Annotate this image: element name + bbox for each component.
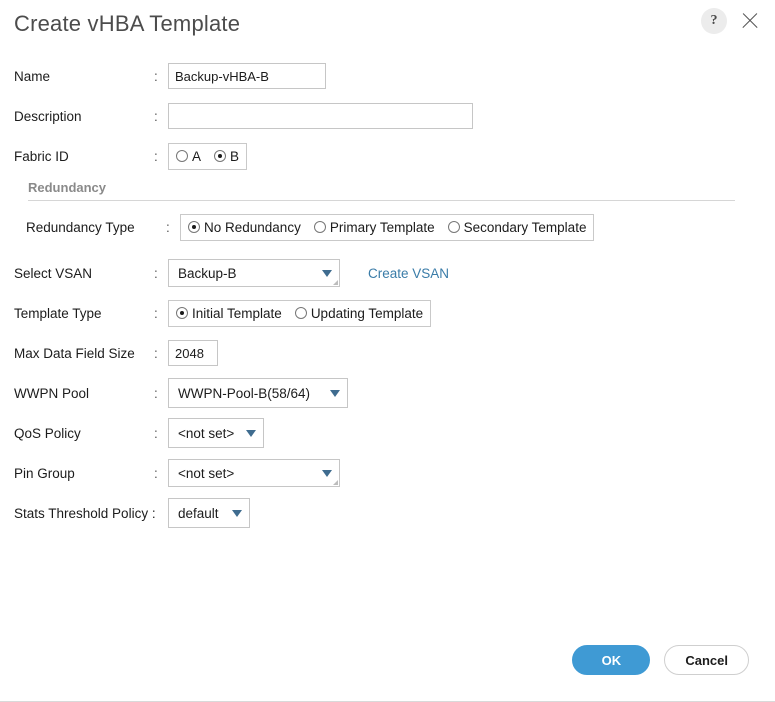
- chevron-down-icon: [246, 429, 256, 437]
- fabric-id-option-b-label: B: [230, 148, 240, 164]
- form-row-pin-group: Pin Group : <not set>: [14, 457, 761, 489]
- fabric-id-label: Fabric ID: [14, 148, 69, 164]
- redundancy-type-option-secondary-template-label: Secondary Template: [463, 219, 587, 235]
- stats-threshold-policy-field-wrap: default: [168, 498, 250, 528]
- redundancy-type-option-no-redundancy[interactable]: No Redundancy: [188, 220, 301, 235]
- radio-icon: [447, 221, 460, 233]
- wwpn-pool-separator: :: [154, 385, 158, 401]
- create-vhba-template-dialog: Create vHBA Template ? Name : Descriptio…: [0, 0, 775, 702]
- create-vsan-link[interactable]: Create VSAN: [368, 266, 449, 281]
- wwpn-pool-value: WWPN-Pool-B(58/64): [178, 385, 311, 401]
- name-separator: :: [154, 68, 158, 84]
- form-body: Name : Description : Fabric ID : A: [0, 48, 775, 529]
- description-input[interactable]: [168, 103, 473, 129]
- form-row-fabric-id: Fabric ID : A B: [14, 140, 761, 172]
- form-row-name: Name :: [14, 60, 761, 92]
- stats-threshold-policy-label: Stats Threshold Policy :: [14, 505, 156, 521]
- redundancy-type-label: Redundancy Type: [26, 219, 135, 235]
- close-icon[interactable]: [739, 10, 761, 32]
- radio-icon: [214, 150, 227, 162]
- form-row-max-data-field-size: Max Data Field Size :: [14, 337, 761, 369]
- redundancy-type-option-secondary-template[interactable]: Secondary Template: [447, 219, 587, 235]
- form-row-stats-threshold-policy: Stats Threshold Policy : default: [14, 497, 761, 529]
- form-row-description: Description :: [14, 100, 761, 132]
- fabric-id-option-a-label: A: [192, 148, 202, 164]
- dialog-footer: OK Cancel: [0, 645, 775, 675]
- name-field-wrap: [168, 63, 326, 89]
- template-type-option-initial-label: Initial Template: [192, 305, 282, 321]
- stats-threshold-policy-dropdown[interactable]: default: [168, 498, 250, 528]
- select-vsan-value: Backup-B: [178, 265, 237, 281]
- ok-button[interactable]: OK: [572, 645, 651, 675]
- qos-policy-field-wrap: <not set>: [168, 418, 264, 448]
- pin-group-separator: :: [154, 465, 158, 481]
- max-data-field-size-label: Max Data Field Size: [14, 345, 135, 361]
- form-row-qos-policy: QoS Policy : <not set>: [14, 417, 761, 449]
- chevron-down-icon: [322, 269, 332, 277]
- fabric-id-radio-group: A B: [168, 142, 248, 170]
- fabric-id-option-a[interactable]: A: [176, 149, 201, 164]
- help-icon[interactable]: ?: [701, 8, 727, 34]
- form-row-template-type: Template Type : Initial Template Updatin…: [14, 297, 761, 329]
- template-type-separator: :: [154, 305, 158, 321]
- page-title: Create vHBA Template: [14, 11, 241, 36]
- qos-policy-separator: :: [154, 425, 158, 441]
- radio-icon: [188, 221, 200, 233]
- pin-group-label: Pin Group: [14, 465, 75, 481]
- wwpn-pool-field-wrap: WWPN-Pool-B(58/64): [168, 378, 348, 408]
- redundancy-type-radio-group: No Redundancy Primary Template Secondary…: [180, 213, 595, 241]
- redundancy-type-separator: :: [166, 219, 170, 235]
- pin-group-value: <not set>: [178, 465, 235, 481]
- name-input[interactable]: [168, 63, 326, 89]
- pin-group-dropdown[interactable]: <not set>: [168, 459, 340, 487]
- description-label: Description: [14, 108, 82, 124]
- stats-threshold-policy-value: default: [178, 505, 219, 521]
- select-vsan-field-wrap: Backup-B Create VSAN: [168, 259, 449, 287]
- template-type-radio-group: Initial Template Updating Template: [168, 299, 432, 327]
- wwpn-pool-dropdown[interactable]: WWPN-Pool-B(58/64): [168, 378, 348, 408]
- radio-icon: [313, 221, 326, 233]
- select-vsan-label: Select VSAN: [14, 265, 93, 281]
- select-vsan-separator: :: [154, 265, 158, 281]
- description-field-wrap: [168, 103, 473, 129]
- section-redundancy: Redundancy: [14, 180, 761, 201]
- chevron-down-icon: [232, 509, 242, 517]
- description-separator: :: [154, 108, 158, 124]
- form-row-select-vsan: Select VSAN : Backup-B Create VSAN: [14, 257, 761, 289]
- chevron-down-icon: [330, 389, 340, 397]
- cancel-button[interactable]: Cancel: [664, 645, 749, 675]
- chevron-down-icon: [322, 469, 332, 477]
- form-row-redundancy-type: Redundancy Type : No Redundancy Primary …: [14, 211, 761, 243]
- template-type-label: Template Type: [14, 305, 102, 321]
- select-vsan-dropdown[interactable]: Backup-B: [168, 259, 340, 287]
- dialog-header: Create vHBA Template ?: [0, 0, 775, 48]
- template-type-option-initial[interactable]: Initial Template: [176, 306, 282, 321]
- section-redundancy-divider: [28, 200, 735, 201]
- qos-policy-dropdown[interactable]: <not set>: [168, 418, 264, 448]
- header-actions: ?: [701, 8, 761, 34]
- template-type-option-updating[interactable]: Updating Template: [294, 305, 424, 321]
- radio-icon: [294, 307, 307, 319]
- wwpn-pool-label: WWPN Pool: [14, 385, 90, 401]
- pin-group-field-wrap: <not set>: [168, 459, 340, 487]
- redundancy-type-option-primary-template-label: Primary Template: [329, 219, 435, 235]
- max-data-field-size-separator: :: [154, 345, 158, 361]
- section-redundancy-title: Redundancy: [28, 180, 107, 195]
- template-type-option-updating-label: Updating Template: [310, 305, 424, 321]
- qos-policy-value: <not set>: [178, 425, 235, 441]
- max-data-field-size-field-wrap: [168, 340, 218, 366]
- qos-policy-label: QoS Policy: [14, 425, 81, 441]
- redundancy-type-option-no-redundancy-label: No Redundancy: [204, 219, 301, 235]
- redundancy-type-option-primary-template[interactable]: Primary Template: [313, 219, 435, 235]
- radio-icon: [176, 150, 188, 162]
- form-row-wwpn-pool: WWPN Pool : WWPN-Pool-B(58/64): [14, 377, 761, 409]
- radio-icon: [176, 307, 188, 319]
- name-label: Name: [14, 68, 51, 84]
- fabric-id-option-b[interactable]: B: [214, 149, 239, 164]
- fabric-id-separator: :: [154, 148, 158, 164]
- max-data-field-size-input[interactable]: [168, 340, 218, 366]
